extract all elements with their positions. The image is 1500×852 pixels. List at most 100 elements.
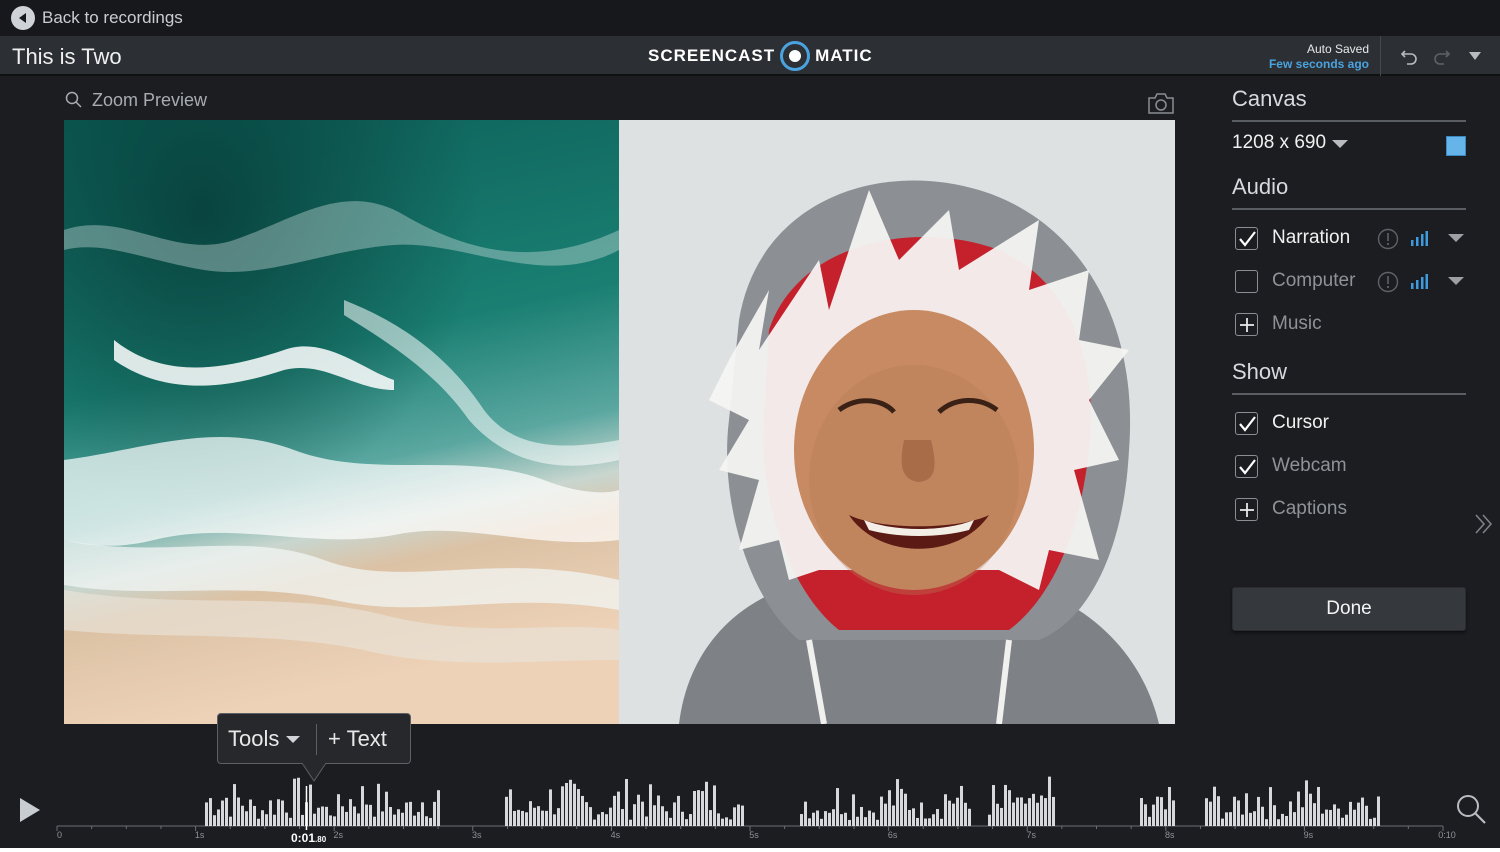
waveform-bar — [425, 816, 428, 826]
waveform-bar — [701, 791, 704, 826]
waveform-bar — [1233, 796, 1236, 826]
waveform-bar — [1213, 786, 1216, 826]
double-chevron-right-icon[interactable] — [1473, 512, 1495, 536]
waveform-bar — [689, 814, 692, 826]
waveform-bar — [533, 807, 536, 826]
waveform-bar — [285, 812, 288, 826]
waveform-bar — [213, 815, 216, 826]
waveform-bar — [828, 812, 831, 826]
checkmark-icon — [1238, 458, 1256, 475]
waveform-bar — [1277, 819, 1280, 826]
waveform-bar — [832, 809, 835, 826]
timeline-zoom-icon[interactable] — [1454, 792, 1488, 826]
undo-button[interactable] — [1399, 46, 1419, 66]
audio-level-icon[interactable] — [1410, 230, 1428, 246]
waveform-bar — [1148, 816, 1151, 826]
waveform-bar — [1265, 819, 1268, 826]
waveform-bar — [401, 812, 404, 826]
waveform-bar — [1345, 814, 1348, 826]
canvas-color-swatch[interactable] — [1446, 136, 1466, 156]
waveform-bar — [421, 802, 424, 826]
waveform-bar — [988, 814, 991, 826]
logo-text-left: SCREENCAST — [648, 46, 776, 65]
add-music-button[interactable] — [1235, 313, 1258, 336]
waveform-bar — [661, 806, 664, 826]
camera-icon[interactable] — [1146, 90, 1176, 116]
waveform-bar — [273, 814, 276, 826]
audio-option-narration: Narration — [1232, 216, 1466, 259]
checkmark-icon — [1238, 230, 1256, 247]
waveform-bar — [333, 816, 336, 826]
waveform-bar — [1289, 801, 1292, 826]
cursor-checkbox[interactable] — [1235, 412, 1258, 435]
waveform-bar — [1241, 814, 1244, 826]
waveform-bar — [1257, 796, 1260, 826]
waveform-bar — [293, 778, 296, 826]
save-status: Auto Saved Few seconds ago — [1269, 42, 1369, 71]
canvas-size-dropdown[interactable]: 1208 x 690 — [1232, 132, 1350, 154]
waveform-bar — [1357, 802, 1360, 826]
waveform-bar — [1301, 807, 1304, 826]
waveform-bar — [341, 806, 344, 826]
waveform-bar — [1000, 807, 1003, 826]
done-button[interactable]: Done — [1232, 587, 1466, 631]
redo-button[interactable] — [1432, 46, 1452, 66]
show-option-cursor: Cursor — [1232, 401, 1466, 444]
webcam-checkbox[interactable] — [1235, 455, 1258, 478]
waveform-bar — [840, 814, 843, 826]
waveform-bar — [1317, 786, 1320, 826]
waveform-bar — [968, 808, 971, 826]
chevron-down-icon[interactable] — [1446, 274, 1466, 288]
add-text-button[interactable]: + Text — [328, 724, 387, 754]
timeline[interactable]: 0 1s 2s 3s 4s 5s 6s 7s 8s 9s 0:10 — [0, 760, 1500, 852]
current-time-value: 0:01 — [291, 831, 316, 845]
audio-level-icon[interactable] — [1410, 273, 1428, 289]
back-to-recordings-link[interactable]: Back to recordings — [11, 6, 183, 30]
child-portrait-photo — [619, 120, 1175, 724]
waveform-bar — [389, 807, 392, 826]
waveform-bar — [337, 794, 340, 826]
waveform-bar — [1341, 817, 1344, 826]
computer-audio-checkbox[interactable] — [1235, 270, 1258, 293]
waveform-bar — [1012, 802, 1015, 826]
chevron-down-icon[interactable] — [1446, 231, 1466, 245]
project-title[interactable]: This is Two — [12, 44, 122, 70]
waveform-bar — [605, 814, 608, 826]
video-preview[interactable] — [64, 120, 1175, 724]
waveform-bar — [309, 784, 312, 826]
waveform-bar — [261, 810, 264, 826]
current-time-ms: .80 — [315, 835, 327, 844]
waveform-bar — [1313, 803, 1316, 826]
cursor-label: Cursor — [1272, 412, 1330, 433]
waveform-bar — [924, 818, 927, 826]
zoom-preview-button[interactable]: Zoom Preview — [64, 89, 207, 111]
chevron-down-icon — [1469, 52, 1481, 60]
warning-icon[interactable] — [1377, 228, 1399, 250]
menu-dropdown-button[interactable] — [1465, 46, 1485, 66]
waveform-bar — [625, 778, 628, 826]
waveform-bar — [1052, 796, 1055, 826]
ocean-photo — [64, 120, 619, 724]
waveform-bar — [1209, 801, 1212, 826]
add-captions-button[interactable] — [1235, 498, 1258, 521]
waveform-bar — [1353, 809, 1356, 826]
waveform-bar — [433, 801, 436, 826]
narration-label: Narration — [1272, 227, 1351, 248]
waveform-bar — [1373, 817, 1376, 826]
waveform-bar — [685, 819, 688, 826]
waveform-bar — [313, 813, 316, 826]
divider — [316, 724, 317, 755]
waveform-bar — [549, 789, 552, 826]
tools-dropdown-button[interactable]: Tools — [228, 724, 303, 754]
waveform-bar — [541, 810, 544, 826]
waveform-bar — [393, 814, 396, 826]
waveform-bar — [1369, 818, 1372, 826]
arrow-left-icon — [11, 6, 35, 30]
waveform-bar — [944, 794, 947, 826]
waveform-bar — [693, 791, 696, 826]
waveform-bar — [1217, 796, 1220, 826]
narration-checkbox[interactable] — [1235, 227, 1258, 250]
waveform-bar — [717, 813, 720, 826]
warning-icon[interactable] — [1377, 271, 1399, 293]
waveform-bar — [589, 807, 592, 826]
